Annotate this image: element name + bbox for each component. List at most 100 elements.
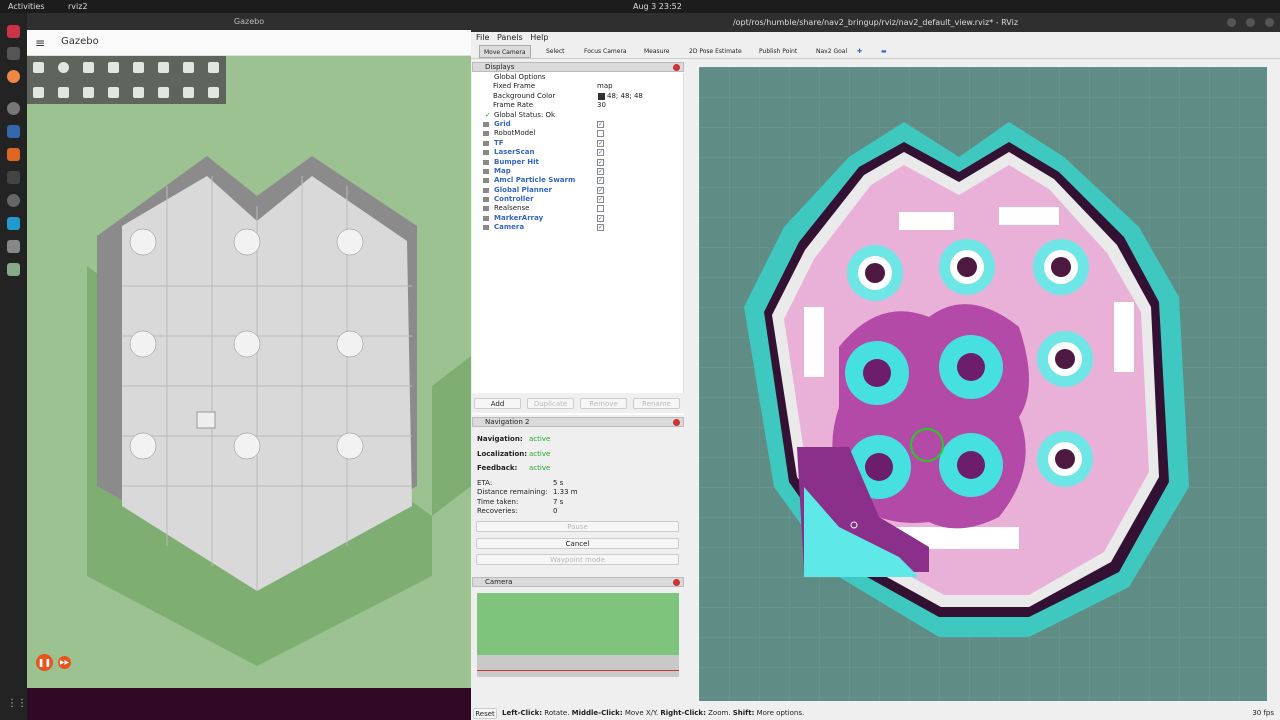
close-panel-icon[interactable] [673, 419, 680, 426]
select-tool[interactable]: Select [546, 48, 565, 55]
sun-light-icon[interactable] [158, 62, 169, 73]
grid-snap-icon[interactable] [133, 87, 144, 98]
display-enabled-checkbox[interactable]: ✓ [597, 196, 604, 204]
trash-bin-icon[interactable] [7, 263, 20, 276]
trash-icon[interactable] [7, 25, 20, 38]
add-button[interactable]: Add [474, 398, 521, 409]
reset-button[interactable]: Reset [473, 708, 497, 719]
app-menu[interactable]: rviz2 [68, 2, 88, 11]
remove-tool-icon[interactable]: ▬ [881, 48, 887, 55]
close-panel-icon[interactable] [673, 579, 680, 586]
display-enabled-checkbox[interactable]: ✓ [597, 167, 604, 175]
gazebo-3d-viewport[interactable]: ❚❚ ▶▶ [27, 56, 471, 688]
tree-row-fixed-frame[interactable]: Fixed Frame map [472, 82, 683, 91]
display-type-icon [483, 121, 489, 127]
display-item[interactable]: Global Planner ✓ [472, 186, 683, 195]
settings-icon[interactable] [7, 102, 20, 115]
sphere-shape-icon[interactable] [58, 62, 69, 73]
display-item[interactable]: Grid ✓ [472, 120, 683, 129]
drive-icon[interactable] [7, 240, 20, 253]
display-type-icon [483, 215, 489, 221]
close-panel-icon[interactable] [673, 64, 680, 71]
display-type-icon [483, 159, 489, 165]
apps-grid-icon[interactable]: ⋮⋮ [7, 698, 27, 711]
capsule-shape-icon[interactable] [108, 62, 119, 73]
display-item[interactable]: Bumper Hit ✓ [472, 158, 683, 167]
menu-panels[interactable]: Panels [497, 33, 523, 42]
close-icon[interactable] [1265, 18, 1274, 27]
files-icon[interactable] [7, 125, 20, 138]
display-item[interactable]: LaserScan ✓ [472, 148, 683, 157]
display-enabled-checkbox[interactable]: ✓ [597, 214, 604, 222]
nav2-goal-tool[interactable]: Nav2 Goal [816, 48, 847, 55]
translate-mode-icon[interactable] [58, 87, 69, 98]
navigation2-panel: Navigation 2 Navigation: active Localizat… [472, 417, 684, 575]
display-enabled-checkbox[interactable] [597, 130, 604, 138]
spot-light-icon[interactable] [208, 62, 219, 73]
ellipsoid-shape-icon[interactable] [133, 62, 144, 73]
box-shape-icon[interactable] [33, 62, 44, 73]
rename-button[interactable]: Rename [633, 398, 680, 409]
step-forward-icon[interactable]: ▶▶ [58, 656, 71, 669]
display-item-label: Map [494, 166, 511, 175]
display-item[interactable]: Realsense [472, 204, 683, 213]
remove-button[interactable]: Remove [580, 398, 627, 409]
display-enabled-checkbox[interactable]: ✓ [597, 186, 604, 194]
desktop-background [27, 688, 471, 720]
menu-file[interactable]: File [476, 33, 489, 42]
display-enabled-checkbox[interactable]: ✓ [597, 177, 604, 185]
activities-button[interactable]: Activities [8, 2, 45, 11]
chrome-icon[interactable] [7, 70, 20, 83]
maximize-icon[interactable] [1246, 18, 1255, 27]
tree-row-global-status[interactable]: ✓ Global Status: Ok [472, 111, 683, 120]
pause-button[interactable]: Pause [476, 521, 679, 532]
directional-light-icon[interactable] [183, 62, 194, 73]
display-enabled-checkbox[interactable]: ✓ [597, 139, 604, 147]
focus-camera-tool[interactable]: Focus Camera [584, 48, 627, 55]
copy-icon[interactable] [183, 87, 194, 98]
feedback-label: Feedback: [477, 464, 518, 472]
hamburger-menu-icon[interactable]: ≡ [35, 36, 45, 50]
display-item[interactable]: Camera ✓ [472, 223, 683, 232]
move-camera-tool[interactable]: Move Camera [479, 45, 531, 58]
display-item[interactable]: TF ✓ [472, 139, 683, 148]
display-enabled-checkbox[interactable]: ✓ [597, 158, 604, 166]
display-enabled-checkbox[interactable] [597, 205, 604, 213]
display-item[interactable]: RobotModel [472, 129, 683, 138]
add-tool-icon[interactable]: ✚ [857, 48, 862, 55]
rotate-mode-icon[interactable] [83, 87, 94, 98]
rviz-window-title: /opt/ros/humble/share/nav2_bringup/rviz/… [732, 18, 1019, 27]
transform-icon[interactable] [108, 87, 119, 98]
measure-tool[interactable]: Measure [644, 48, 670, 55]
rviz-icon[interactable] [7, 171, 20, 184]
ros-icon[interactable] [7, 148, 20, 161]
minimize-icon[interactable] [1227, 18, 1236, 27]
camera-icon[interactable] [158, 87, 169, 98]
display-type-icon [483, 140, 489, 146]
display-enabled-checkbox[interactable]: ✓ [597, 224, 604, 232]
waypoint-mode-button[interactable]: Waypoint mode [476, 554, 679, 565]
teamviewer-icon[interactable] [7, 217, 20, 230]
display-enabled-checkbox[interactable]: ✓ [597, 149, 604, 157]
terminal-icon[interactable] [7, 47, 20, 60]
cancel-button[interactable]: Cancel [476, 538, 679, 549]
clock[interactable]: Aug 3 23:52 [633, 2, 682, 11]
paste-icon[interactable] [208, 87, 219, 98]
tree-row-frame-rate[interactable]: Frame Rate 30 [472, 101, 683, 110]
pause-icon[interactable]: ❚❚ [36, 654, 53, 671]
display-item[interactable]: MarkerArray ✓ [472, 214, 683, 223]
cylinder-shape-icon[interactable] [83, 62, 94, 73]
duplicate-button[interactable]: Duplicate [527, 398, 574, 409]
select-mode-icon[interactable] [33, 87, 44, 98]
display-item[interactable]: Amcl Particle Swarm ✓ [472, 176, 683, 185]
rviz-3d-view[interactable] [699, 67, 1267, 701]
display-enabled-checkbox[interactable]: ✓ [597, 120, 604, 128]
publish-point-tool[interactable]: Publish Point [759, 48, 797, 55]
gazebo-icon[interactable] [7, 194, 20, 207]
display-item[interactable]: Controller ✓ [472, 195, 683, 204]
menu-help[interactable]: Help [530, 33, 548, 42]
tree-row-background-color[interactable]: Background Color 48; 48; 48 [472, 92, 683, 101]
display-item[interactable]: Map ✓ [472, 167, 683, 176]
pose-estimate-tool[interactable]: 2D Pose Estimate [689, 48, 742, 55]
tree-row-global-options[interactable]: Global Options [472, 73, 683, 82]
